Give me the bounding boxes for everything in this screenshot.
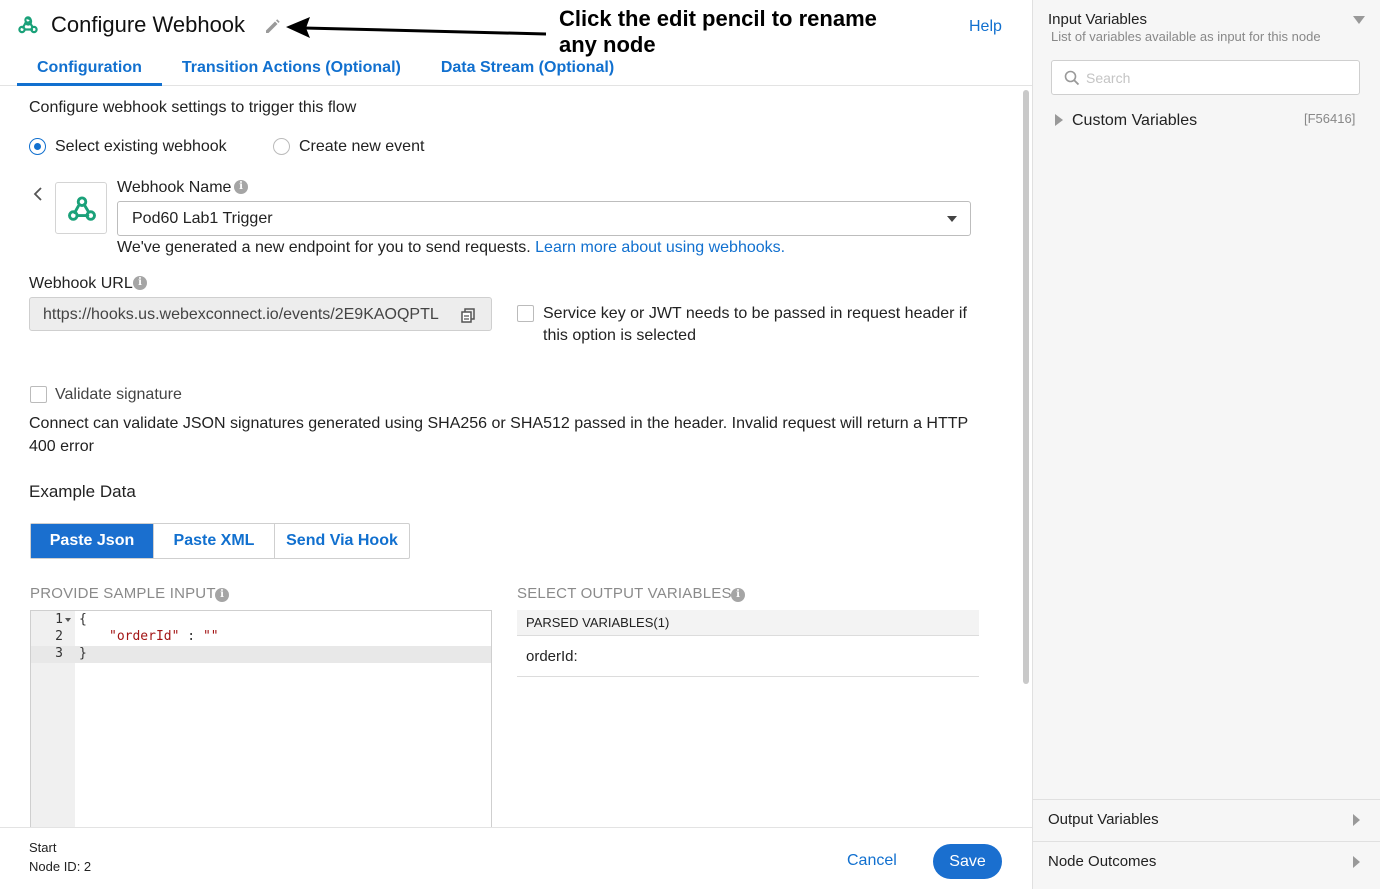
endpoint-note-text: We've generated a new endpoint for you t… — [117, 239, 531, 256]
tab-bar: Configuration Transition Actions (Option… — [17, 56, 634, 86]
json-separator: : — [179, 629, 203, 644]
pencil-icon[interactable] — [263, 17, 281, 35]
webhook-icon-tile — [55, 182, 107, 234]
code-text: } — [79, 646, 87, 661]
expand-icon — [1353, 856, 1360, 868]
caret-down-icon — [947, 216, 957, 222]
sample-format-toggle: Paste Json Paste XML Send Via Hook — [30, 523, 410, 559]
paste-xml-button[interactable]: Paste XML — [153, 524, 274, 558]
code-text: "orderId" : "" — [109, 629, 219, 644]
node-name: Start — [29, 840, 57, 855]
expand-icon — [1353, 814, 1360, 826]
output-variables-section[interactable]: Output Variables — [1033, 799, 1380, 841]
webhook-url-value: https://hooks.us.webexconnect.io/events/… — [43, 306, 439, 323]
tab-data-stream[interactable]: Data Stream (Optional) — [421, 56, 634, 86]
input-variables-subtitle: List of variables available as input for… — [1051, 29, 1321, 44]
radio-create-new-label[interactable]: Create new event — [299, 138, 424, 156]
config-panel: Configure Webhook Click the edit pencil … — [0, 0, 1032, 889]
endpoint-note: We've generated a new endpoint for you t… — [117, 239, 785, 257]
webhook-name-label: Webhook Name — [117, 179, 232, 196]
code-line: 1 { — [31, 612, 491, 629]
line-number: 2 — [55, 629, 63, 644]
radio-select-existing[interactable] — [29, 138, 46, 155]
info-icon[interactable]: i — [731, 588, 745, 602]
paste-json-button[interactable]: Paste Json — [31, 524, 153, 558]
webhook-name-select[interactable]: Pod60 Lab1 Trigger — [117, 201, 971, 236]
json-editor[interactable]: 1 { 2 "orderId" : "" 3 } — [30, 610, 492, 827]
search-icon — [1064, 70, 1080, 86]
info-icon[interactable]: i — [234, 180, 248, 194]
copy-icon[interactable] — [460, 307, 476, 323]
radio-select-existing-label[interactable]: Select existing webhook — [55, 138, 227, 156]
webhook-url-field[interactable]: https://hooks.us.webexconnect.io/events/… — [29, 297, 492, 331]
output-variables-label: SELECT OUTPUT VARIABLES — [517, 585, 732, 602]
code-text: { — [79, 612, 87, 627]
send-via-hook-button[interactable]: Send Via Hook — [274, 524, 409, 558]
node-outcomes-label: Node Outcomes — [1048, 853, 1157, 870]
service-key-checkbox[interactable] — [517, 305, 534, 322]
save-button[interactable]: Save — [933, 844, 1002, 879]
parsed-variables-header: PARSED VARIABLES(1) — [517, 610, 979, 636]
json-value: "" — [202, 629, 219, 644]
webhook-config-screen: Configure Webhook Click the edit pencil … — [0, 0, 1380, 889]
collapse-icon[interactable] — [1353, 16, 1365, 24]
node-id: Node ID: 2 — [29, 859, 92, 874]
content-scrollbar[interactable] — [1022, 90, 1030, 686]
learn-more-link[interactable]: Learn more about using webhooks. — [535, 239, 785, 256]
radio-create-new[interactable] — [273, 138, 290, 155]
scroll-thumb[interactable] — [1023, 90, 1029, 684]
parsed-variables-title: PARSED VARIABLES(1) — [526, 615, 670, 630]
validate-signature-checkbox[interactable] — [30, 386, 47, 403]
webhook-url-label: Webhook URL — [29, 275, 133, 292]
node-outcomes-section[interactable]: Node Outcomes — [1033, 841, 1380, 889]
sample-input-label: PROVIDE SAMPLE INPUT — [30, 585, 216, 602]
footer: Start Node ID: 2 Cancel Save — [0, 827, 1032, 889]
search-input[interactable] — [1086, 68, 1346, 88]
output-variables-label: Output Variables — [1048, 811, 1159, 828]
tab-transition-actions[interactable]: Transition Actions (Optional) — [162, 56, 421, 86]
chevron-left-icon[interactable] — [32, 186, 44, 202]
expand-icon[interactable] — [1055, 114, 1063, 126]
webhook-icon — [68, 196, 96, 221]
page-title: Configure Webhook — [51, 12, 246, 37]
line-number: 3 — [55, 646, 63, 661]
example-data-heading: Example Data — [29, 482, 136, 501]
annotation-callout: Click the edit pencil to rename any node — [559, 6, 877, 57]
code-line: 3 } — [31, 646, 491, 663]
header: Configure Webhook Click the edit pencil … — [0, 0, 1032, 86]
info-icon[interactable]: i — [133, 276, 147, 290]
validate-signature-label[interactable]: Validate signature — [55, 386, 182, 404]
webhook-name-value: Pod60 Lab1 Trigger — [132, 210, 273, 227]
input-variables-title: Input Variables — [1048, 11, 1147, 28]
annotation-arrow — [286, 17, 547, 38]
cancel-button[interactable]: Cancel — [847, 852, 897, 870]
variables-sidebar: Input Variables List of variables availa… — [1032, 0, 1380, 889]
webhook-icon — [18, 16, 38, 34]
custom-variables-code: [F56416] — [1304, 111, 1356, 126]
code-line: 2 "orderId" : "" — [31, 629, 491, 646]
config-content: Configure webhook settings to trigger th… — [0, 87, 1020, 827]
custom-variables-item[interactable]: Custom Variables — [1072, 112, 1197, 130]
intro-text: Configure webhook settings to trigger th… — [29, 99, 357, 116]
tab-configuration[interactable]: Configuration — [17, 56, 162, 86]
parsed-variable-name: orderId: — [526, 648, 578, 665]
help-link[interactable]: Help — [969, 18, 1002, 36]
parsed-variable-row[interactable]: orderId: — [517, 637, 979, 677]
search-box — [1051, 60, 1360, 95]
validate-note: Connect can validate JSON signatures gen… — [29, 415, 968, 455]
fold-icon[interactable] — [65, 618, 71, 622]
service-key-label: Service key or JWT needs to be passed in… — [543, 305, 967, 344]
json-key: "orderId" — [109, 629, 180, 644]
line-number: 1 — [55, 612, 63, 627]
info-icon[interactable]: i — [215, 588, 229, 602]
